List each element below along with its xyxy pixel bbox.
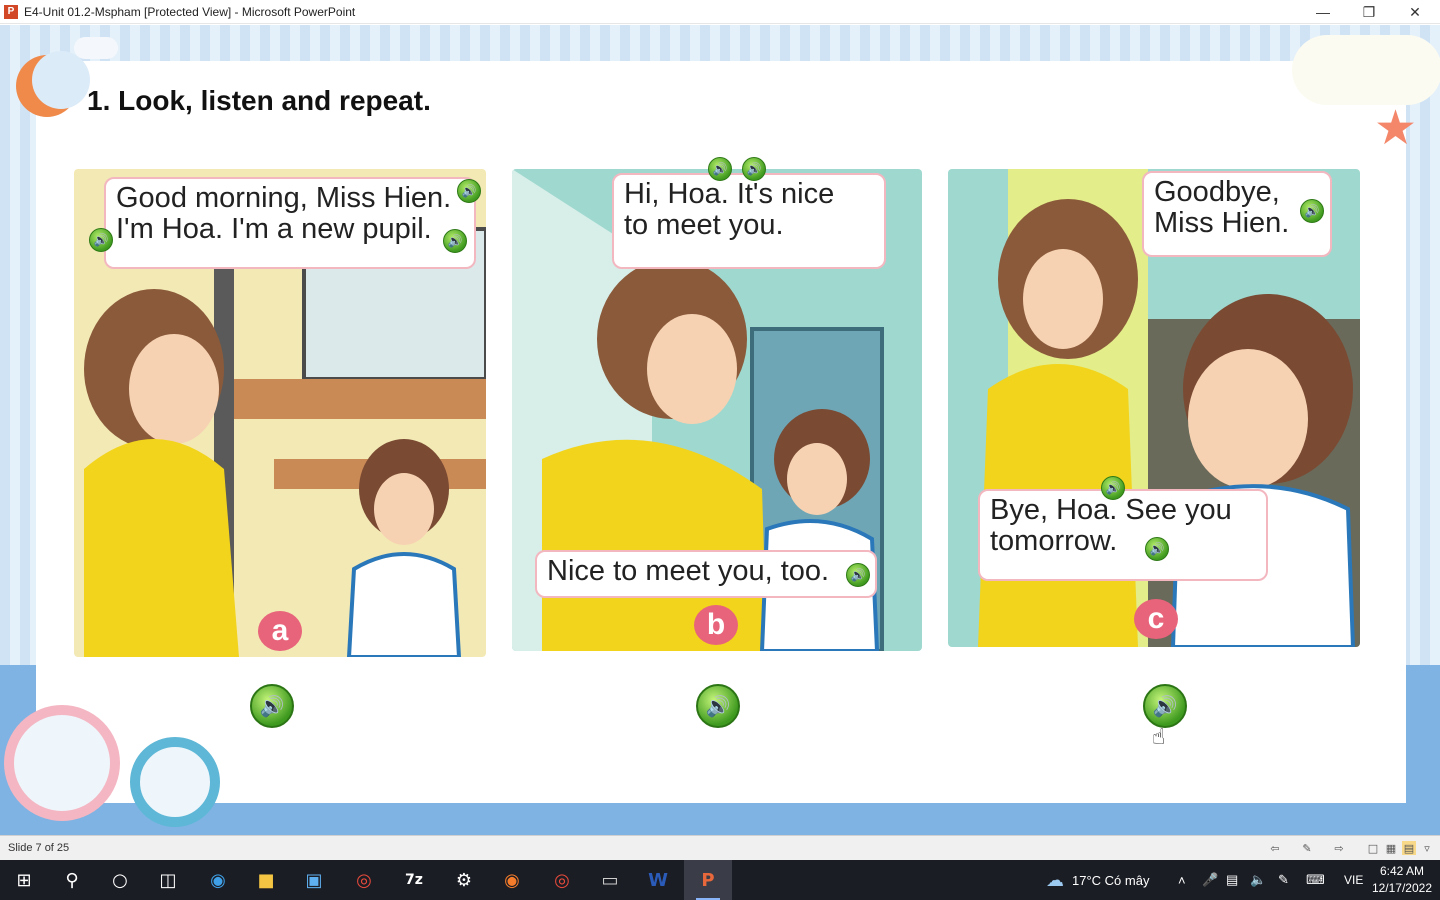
comic-frame-b: Hi, Hoa. It's nice to meet you. Nice to …	[512, 169, 922, 651]
firefox-icon[interactable]: ◉	[488, 860, 536, 900]
chrome-profile-icon[interactable]: ◎	[538, 860, 586, 900]
file-explorer-icon[interactable]: ■	[242, 860, 290, 900]
powerpoint-app-icon[interactable]: P	[4, 4, 18, 19]
frame-label-b: b	[694, 605, 738, 645]
speaker-icon[interactable]: 🔊	[443, 229, 467, 253]
slide-indicator: Slide 7 of 25	[8, 842, 70, 854]
play-audio-c-button[interactable]: 🔊	[1143, 684, 1187, 728]
clock-time: 6:42 AM	[1379, 864, 1424, 878]
minimize-icon[interactable]: —	[1300, 0, 1346, 24]
clock-date: 12/17/2022	[1371, 881, 1432, 895]
system-clock[interactable]: 6:42 AM 12/17/2022	[1372, 863, 1432, 897]
cloud-decoration	[74, 37, 118, 59]
frame-label-a: a	[258, 611, 302, 651]
search-icon[interactable]: ⚲	[48, 860, 96, 900]
previous-slide-icon[interactable]: ⇦	[1268, 841, 1282, 855]
slide-heading: 1. Look, listen and repeat.	[87, 85, 431, 116]
edit-slide-icon[interactable]: ✎	[1300, 841, 1314, 855]
normal-view-icon[interactable]: □	[1366, 841, 1380, 855]
cortana-icon[interactable]: ○	[96, 860, 144, 900]
slideshow-icon[interactable]: ▿	[1420, 841, 1434, 855]
weather-widget[interactable]: ☁ 17°C Có mây	[1046, 860, 1149, 900]
windows-start-icon[interactable]: ⊞	[0, 860, 48, 900]
speaker-icon[interactable]: 🔊	[1145, 537, 1169, 561]
reading-view-icon[interactable]: ▤	[1402, 841, 1416, 855]
speaker-icon[interactable]: 🔊	[89, 228, 113, 252]
settings-gear-icon[interactable]: ⚙	[440, 860, 488, 900]
7zip-icon[interactable]: 7z	[390, 860, 438, 900]
slide-sorter-icon[interactable]: ▦	[1384, 841, 1398, 855]
mascot-decoration	[130, 737, 220, 827]
frame-label-c: c	[1134, 599, 1178, 639]
slide-canvas: ★ 1. Look, listen and repeat. Good morni…	[0, 25, 1440, 835]
hand-cursor-icon: ☝	[1152, 725, 1166, 750]
window-title: E4-Unit 01.2-Mspham [Protected View] - M…	[24, 4, 356, 19]
microphone-icon[interactable]: 🎤	[1202, 860, 1218, 900]
speaker-icon[interactable]: 🔊	[1101, 476, 1125, 500]
installer-icon[interactable]: ▭	[586, 860, 634, 900]
speech-bubble: Good morning, Miss Hien. I'm Hoa. I'm a …	[104, 177, 476, 269]
cloud-decoration	[1292, 35, 1440, 105]
mascot-decoration	[4, 705, 120, 821]
comic-frame-c: Goodbye, Miss Hien. Bye, Hoa. See you to…	[948, 169, 1360, 647]
edge-icon[interactable]: ◉	[194, 860, 242, 900]
volume-icon[interactable]: 🔈	[1250, 860, 1266, 900]
close-icon[interactable]: ✕	[1392, 0, 1438, 24]
speaker-icon[interactable]: 🔊	[1300, 199, 1324, 223]
restore-icon[interactable]: ❐	[1346, 0, 1392, 24]
play-audio-b-button[interactable]: 🔊	[696, 684, 740, 728]
input-language[interactable]: VIE	[1344, 860, 1363, 900]
weather-text: 17°C Có mây	[1072, 872, 1150, 888]
network-icon[interactable]: ▤	[1226, 860, 1238, 900]
pen-icon[interactable]: ✎	[1278, 860, 1289, 900]
speaker-icon[interactable]: 🔊	[457, 179, 481, 203]
moon-decoration	[16, 51, 90, 117]
word-icon[interactable]: W	[634, 860, 682, 900]
window-titlebar: P E4-Unit 01.2-Mspham [Protected View] -…	[0, 0, 1440, 24]
speaker-icon[interactable]: 🔊	[846, 563, 870, 587]
show-hidden-icons-icon[interactable]: ˄	[1178, 860, 1186, 900]
store-icon[interactable]: ▣	[290, 860, 338, 900]
speech-bubble: Hi, Hoa. It's nice to meet you.	[612, 173, 886, 269]
play-audio-a-button[interactable]: 🔊	[250, 684, 294, 728]
windows-taskbar: ⊞ ⚲ ○ ◫ ◉ ■ ▣ ◎ 7z ⚙ ◉ ◎ ▭ W P ☁ 17°C Có…	[0, 860, 1440, 900]
powerpoint-statusbar: Slide 7 of 25 ⇦ ✎ ⇨ □ ▦ ▤ ▿	[0, 835, 1440, 860]
speaker-icon[interactable]: 🔊	[708, 157, 732, 181]
star-decoration: ★	[1374, 102, 1418, 155]
task-view-icon[interactable]: ◫	[144, 860, 192, 900]
keyboard-icon[interactable]: ⌨	[1306, 860, 1325, 900]
speech-bubble: Bye, Hoa. See you tomorrow.	[978, 489, 1268, 581]
next-slide-icon[interactable]: ⇨	[1332, 841, 1346, 855]
chrome-icon[interactable]: ◎	[340, 860, 388, 900]
powerpoint-icon[interactable]: P	[684, 860, 732, 900]
cloud-icon: ☁	[1046, 869, 1064, 890]
comic-frame-a: Good morning, Miss Hien. I'm Hoa. I'm a …	[74, 169, 486, 657]
speech-bubble: Nice to meet you, too.	[535, 550, 877, 598]
speaker-icon[interactable]: 🔊	[742, 157, 766, 181]
